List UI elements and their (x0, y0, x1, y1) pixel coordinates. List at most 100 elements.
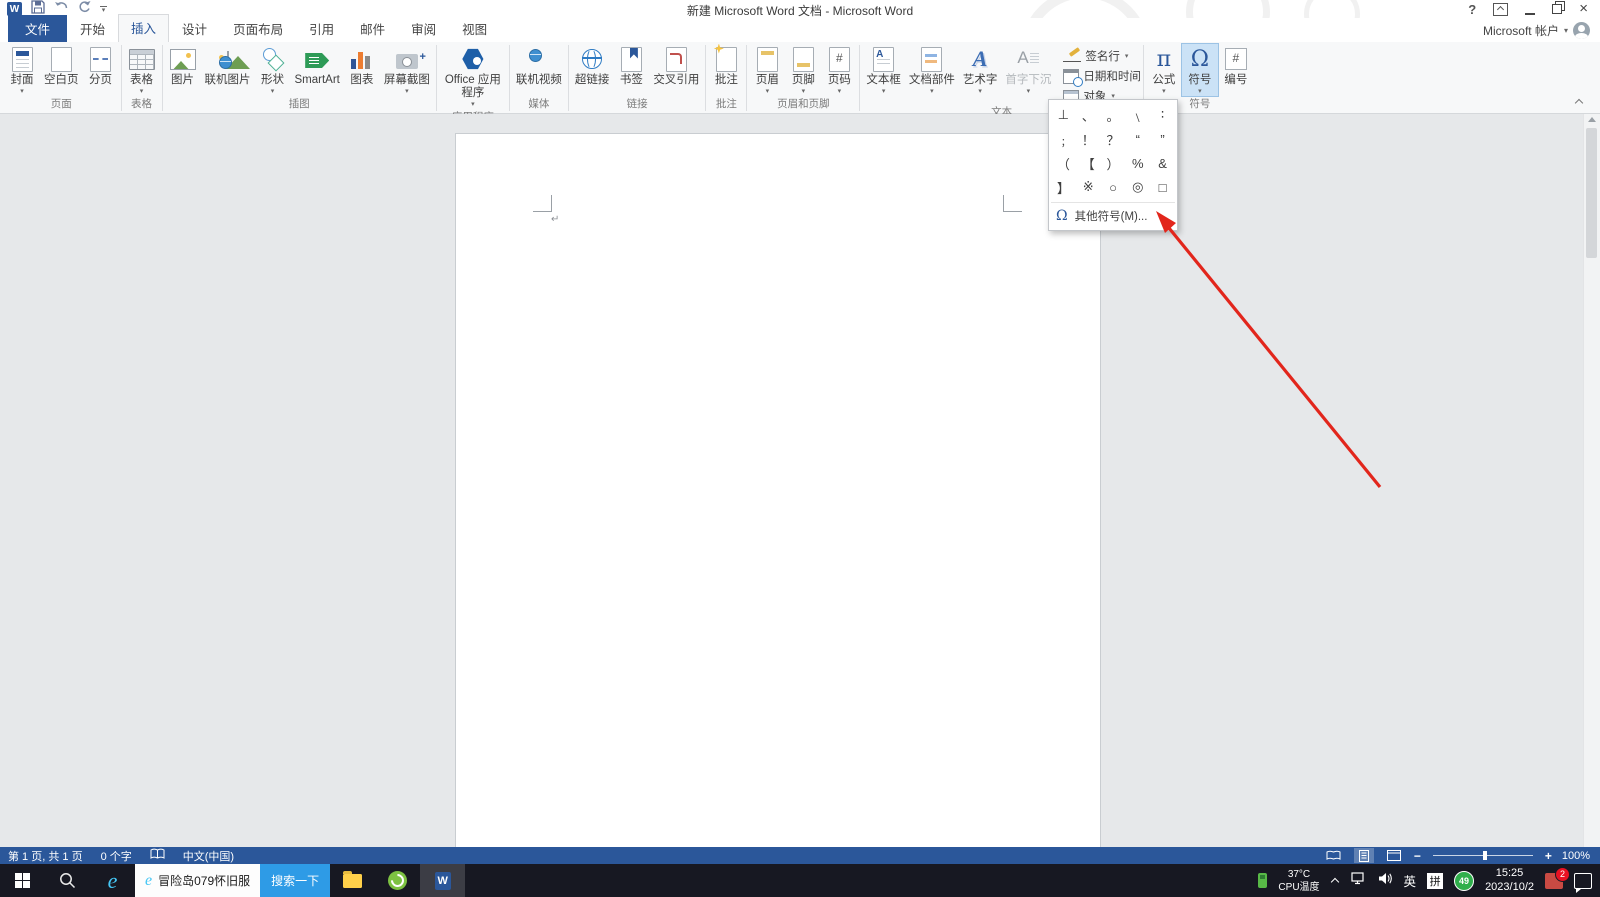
file-explorer-button[interactable] (330, 864, 375, 897)
usb-device-icon[interactable] (1258, 873, 1267, 888)
symbol-cell[interactable]: ？ (1101, 127, 1126, 151)
pictures-button[interactable]: 图片 (165, 44, 201, 87)
tab-file[interactable]: 文件 (8, 15, 67, 42)
taskbar-search-now-button[interactable]: 搜索一下 (260, 864, 330, 897)
comment-button[interactable]: 批注 (708, 44, 744, 87)
restore-button[interactable] (1552, 4, 1562, 14)
zoom-slider[interactable] (1433, 855, 1533, 856)
footer-button[interactable]: 页脚 (785, 44, 821, 96)
bookmark-button[interactable]: 书签 (613, 44, 649, 87)
symbol-cell[interactable]: 。 (1101, 103, 1126, 127)
zoom-level[interactable]: 100% (1562, 850, 1590, 862)
text-box-button[interactable]: 文本框 (862, 44, 905, 96)
undo-button[interactable] (54, 0, 69, 18)
action-center-icon[interactable] (1574, 873, 1592, 889)
quick-parts-button[interactable]: 文档部件 (905, 44, 959, 96)
cpu-temperature-widget[interactable]: 37°C CPU温度 (1278, 868, 1319, 894)
symbol-cell[interactable]: ” (1150, 127, 1175, 151)
online-pictures-button[interactable]: 联机图片 (201, 44, 255, 87)
symbol-cell[interactable]: “ (1125, 127, 1150, 151)
symbol-cell[interactable]: ！ (1076, 127, 1101, 151)
clock[interactable]: 15:25 2023/10/2 (1485, 867, 1534, 895)
hyperlink-button[interactable]: 超链接 (571, 44, 614, 87)
language-indicator[interactable]: 中文(中国) (183, 848, 234, 864)
redo-button[interactable] (78, 0, 91, 18)
proofing-status-icon[interactable] (150, 848, 165, 863)
symbol-cell[interactable]: ○ (1101, 175, 1126, 199)
tab-view[interactable]: 视图 (449, 15, 500, 42)
scroll-up-icon[interactable] (1588, 117, 1596, 122)
cross-reference-button[interactable]: 交叉引用 (649, 44, 703, 87)
table-button[interactable]: 表格 (124, 44, 160, 96)
tab-design[interactable]: 设计 (169, 15, 220, 42)
online-video-button[interactable]: 联机视频 (512, 44, 566, 87)
ime-pinyin-icon[interactable]: 拼 (1427, 873, 1443, 889)
browser-360-button[interactable] (375, 864, 420, 897)
symbol-cell[interactable]: 】 (1051, 175, 1076, 199)
start-button[interactable] (0, 864, 45, 897)
close-button[interactable] (1579, 3, 1588, 15)
taskbar-search-button[interactable] (45, 864, 90, 897)
word-count[interactable]: 0 个字 (101, 848, 132, 864)
shapes-button[interactable]: 形状 (255, 44, 291, 96)
read-mode-button[interactable] (1324, 848, 1344, 863)
symbol-cell[interactable]: % (1125, 151, 1150, 175)
collapse-ribbon-button[interactable] (1575, 97, 1584, 106)
save-button[interactable] (31, 0, 45, 19)
ribbon-display-options-button[interactable] (1493, 3, 1508, 16)
notification-app-icon[interactable]: 2 (1545, 873, 1563, 889)
page-indicator[interactable]: 第 1 页, 共 1 页 (8, 848, 83, 864)
tab-home[interactable]: 开始 (67, 15, 118, 42)
tray-expand-chevron-icon[interactable] (1331, 876, 1340, 885)
header-button[interactable]: 页眉 (749, 44, 785, 96)
more-symbols-item[interactable]: Ω 其他符号(M)... (1051, 202, 1175, 228)
web-layout-button[interactable] (1384, 848, 1404, 863)
symbol-cell[interactable]: 、 (1076, 103, 1101, 127)
symbol-cell[interactable]: ﹨ (1125, 103, 1150, 127)
page-break-button[interactable]: 分页 (83, 44, 119, 87)
page-number-button[interactable]: 页码 (821, 44, 857, 96)
tab-references[interactable]: 引用 (296, 15, 347, 42)
symbol-cell[interactable]: ） (1101, 151, 1126, 175)
symbol-cell[interactable]: ﹔ (1051, 127, 1076, 151)
signature-line-button[interactable]: 签名行 (1063, 48, 1128, 64)
tab-review[interactable]: 审阅 (398, 15, 449, 42)
symbol-cell[interactable]: （ (1051, 151, 1076, 175)
symbol-cell[interactable]: ⊥ (1051, 103, 1076, 127)
screenshot-button[interactable]: 屏幕截图 (380, 44, 434, 96)
chart-button[interactable]: 图表 (344, 44, 380, 87)
tab-page-layout[interactable]: 页面布局 (220, 15, 296, 42)
symbol-cell[interactable]: 【 (1076, 151, 1101, 175)
vertical-scrollbar[interactable] (1583, 114, 1600, 847)
taskbar-ie-button[interactable]: e (90, 864, 135, 897)
smartart-button[interactable]: SmartArt (291, 44, 344, 87)
volume-icon[interactable] (1378, 872, 1393, 890)
document-page[interactable]: ↵ (455, 133, 1101, 847)
scrollbar-thumb[interactable] (1586, 128, 1597, 258)
network-icon[interactable] (1351, 872, 1367, 890)
wordart-button[interactable]: A 艺术字 (959, 44, 1002, 96)
date-time-button[interactable]: 日期和时间 (1063, 68, 1141, 84)
symbol-cell[interactable]: & (1150, 151, 1175, 175)
ime-language-indicator[interactable]: 英 (1404, 871, 1417, 890)
zoom-out-button[interactable]: − (1414, 849, 1421, 863)
zoom-slider-handle[interactable] (1483, 851, 1487, 860)
account-menu[interactable]: Microsoft 帐户 ▾ (1483, 22, 1590, 39)
symbol-cell[interactable]: ∶ (1150, 103, 1175, 127)
numbering-button[interactable]: # 编号 (1218, 44, 1254, 87)
blank-page-button[interactable]: 空白页 (40, 44, 83, 87)
office-apps-button[interactable]: Office 应用程序 (439, 44, 507, 109)
symbol-button[interactable]: Ω 符号 (1182, 44, 1218, 96)
symbol-cell[interactable]: ◎ (1125, 175, 1150, 199)
cover-page-button[interactable]: 封面 (4, 44, 40, 96)
help-button[interactable]: ? (1468, 2, 1476, 17)
taskbar-word-button[interactable]: W (420, 864, 465, 897)
minimize-button[interactable] (1525, 4, 1535, 15)
customize-qat-button[interactable] (100, 6, 107, 13)
equation-button[interactable]: π 公式 (1146, 44, 1182, 96)
print-layout-button[interactable] (1354, 848, 1374, 863)
antivirus-score-badge[interactable]: 49 (1454, 871, 1474, 891)
tab-mailings[interactable]: 邮件 (347, 15, 398, 42)
symbol-cell[interactable]: ※ (1076, 175, 1101, 199)
symbol-cell[interactable]: □ (1150, 175, 1175, 199)
